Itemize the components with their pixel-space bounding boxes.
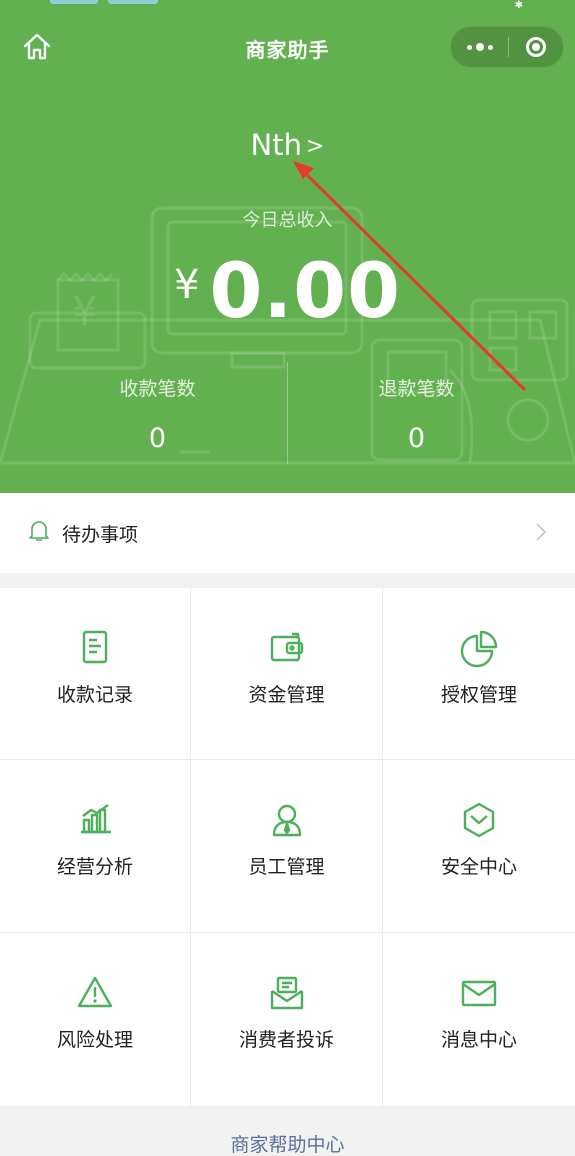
refund-count-value: 0 — [407, 423, 426, 454]
menu-item-label: 收款记录 — [56, 684, 133, 706]
wallet-icon — [270, 632, 303, 662]
bar-chart-icon — [81, 804, 111, 834]
mini-program-capsule — [450, 26, 564, 68]
target-icon — [526, 37, 546, 57]
envelope-icon — [461, 980, 497, 1007]
status-bar: ✱ — [0, 0, 575, 14]
menu-item-staff-management[interactable]: 员工管理 — [191, 760, 383, 933]
status-indicator — [50, 0, 98, 4]
menu-item-label: 安全中心 — [440, 856, 517, 878]
dot-icon — [487, 44, 493, 50]
refund-count-label: 退款笔数 — [378, 378, 455, 400]
menu-item-risk-handling[interactable]: 风险处理 — [0, 933, 191, 1106]
menu-item-label: 员工管理 — [248, 856, 325, 878]
income-amount: 0.00 — [209, 246, 401, 335]
todo-label: 待办事项 — [62, 524, 139, 546]
currency-symbol: ¥ — [174, 262, 200, 308]
complaint-icon — [270, 976, 303, 1010]
bluetooth-icon: ✱ — [514, 0, 523, 11]
menu-item-message-center[interactable]: 消息中心 — [383, 933, 575, 1106]
more-options-button[interactable] — [451, 27, 508, 67]
shop-name: Nth — [250, 128, 302, 162]
menu-item-authorization-management[interactable]: 授权管理 — [383, 588, 575, 760]
close-mini-program-button[interactable] — [509, 27, 563, 67]
todo-row[interactable]: 待办事项 — [0, 493, 575, 573]
help-center-footer: 商家帮助中心 — [0, 1106, 575, 1156]
warning-icon — [77, 976, 113, 1008]
status-indicator — [108, 0, 158, 4]
payment-count-stat[interactable]: 收款笔数 0 — [14, 374, 301, 454]
menu-item-label: 经营分析 — [56, 856, 133, 878]
chevron-right-icon: > — [306, 134, 325, 159]
receipt-icon — [82, 630, 108, 664]
menu-item-label: 授权管理 — [440, 684, 517, 706]
help-center-link[interactable]: 商家帮助中心 — [230, 1134, 344, 1156]
payment-count-label: 收款笔数 — [119, 378, 196, 400]
income-amount-row: ¥0.00 — [0, 246, 575, 335]
feature-grid: 收款记录 资金管理 授权管理 经营分析 员工管理 安全中心 风险处理 消费者投诉… — [0, 588, 575, 1106]
menu-item-label: 风险处理 — [56, 1029, 133, 1051]
menu-item-label: 消费者投诉 — [238, 1029, 334, 1051]
menu-item-business-analysis[interactable]: 经营分析 — [0, 760, 191, 933]
shield-icon — [463, 802, 495, 838]
staff-icon — [272, 804, 301, 837]
shop-selector[interactable]: Nth > — [0, 128, 575, 162]
dot-icon — [466, 44, 472, 50]
chevron-right-icon — [536, 523, 547, 541]
navigation-bar: 商家助手 — [0, 24, 575, 70]
menu-item-label: 消息中心 — [440, 1029, 517, 1051]
menu-item-fund-management[interactable]: 资金管理 — [191, 588, 383, 760]
menu-item-security-center[interactable]: 安全中心 — [383, 760, 575, 933]
income-label: 今日总收入 — [242, 210, 333, 231]
pie-chart-icon — [460, 630, 498, 668]
refund-count-stat[interactable]: 退款笔数 0 — [273, 374, 560, 454]
bell-icon — [29, 521, 49, 541]
payment-count-value: 0 — [148, 423, 167, 454]
header-panel: ✱ ¥ 商家助手 Nth > 今日总收入 ¥ 0.00 收款笔数 0 退款笔数 … — [0, 0, 575, 493]
menu-item-label: 资金管理 — [248, 684, 325, 706]
menu-item-payment-records[interactable]: 收款记录 — [0, 588, 191, 760]
menu-item-consumer-complaints[interactable]: 消费者投诉 — [191, 933, 383, 1106]
dot-icon — [475, 43, 484, 51]
